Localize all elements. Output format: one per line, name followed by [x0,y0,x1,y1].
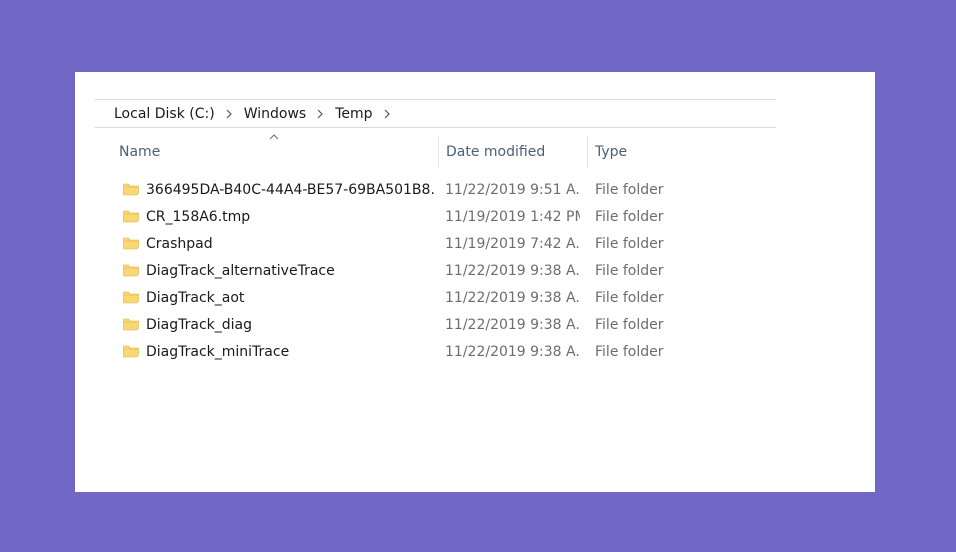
column-header-type[interactable]: Type [587,136,707,168]
folder-icon [123,290,139,304]
breadcrumb: Local Disk (C:) Windows Temp [114,100,402,127]
list-item[interactable]: CR_158A6.tmp 11/19/2019 1:42 PM File fol… [120,205,720,232]
file-name: Crashpad [146,236,213,252]
chevron-right-icon[interactable] [384,109,390,119]
folder-icon [123,182,139,196]
file-name: 366495DA-B40C-44A4-BE57-69BA501B8... [146,182,436,198]
list-item[interactable]: 366495DA-B40C-44A4-BE57-69BA501B8... 11/… [120,178,720,205]
list-item[interactable]: DiagTrack_aot 11/22/2019 9:38 A... File … [120,286,720,313]
chevron-right-icon[interactable] [317,109,324,119]
breadcrumb-item-temp[interactable]: Temp [335,106,372,122]
file-date-modified: 11/22/2019 9:38 A... [445,317,580,333]
file-name: DiagTrack_alternativeTrace [146,263,335,279]
folder-icon [123,344,139,358]
folder-icon [123,317,139,331]
list-item[interactable]: DiagTrack_alternativeTrace 11/22/2019 9:… [120,259,720,286]
list-item[interactable]: Crashpad 11/19/2019 7:42 A... File folde… [120,232,720,259]
file-date-modified: 11/22/2019 9:38 A... [445,344,580,360]
file-name: DiagTrack_miniTrace [146,344,290,360]
list-item[interactable]: DiagTrack_miniTrace 11/22/2019 9:38 A...… [120,340,720,367]
file-date-modified: 11/22/2019 9:51 A... [445,182,580,198]
file-type: File folder [595,290,664,306]
file-date-modified: 11/22/2019 9:38 A... [445,290,580,306]
file-explorer-window: Local Disk (C:) Windows Temp Name Date m… [75,72,875,492]
folder-icon [123,209,139,223]
file-name: DiagTrack_diag [146,317,253,333]
chevron-right-icon[interactable] [226,109,232,119]
file-name: DiagTrack_aot [146,290,245,306]
file-type: File folder [595,344,664,360]
file-list: 366495DA-B40C-44A4-BE57-69BA501B8... 11/… [120,178,720,367]
list-item[interactable]: DiagTrack_diag 11/22/2019 9:38 A... File… [120,313,720,340]
column-header-name[interactable]: Name [112,136,437,168]
file-type: File folder [595,182,664,198]
folder-icon [123,263,139,277]
file-date-modified: 11/19/2019 7:42 A... [445,236,580,252]
file-type: File folder [595,317,664,333]
file-type: File folder [595,263,664,279]
file-type: File folder [595,236,664,252]
file-type: File folder [595,209,664,225]
breadcrumb-item-windows[interactable]: Windows [244,106,307,122]
column-header-date-modified[interactable]: Date modified [438,136,587,168]
file-name: CR_158A6.tmp [146,209,251,225]
address-bar[interactable]: Local Disk (C:) Windows Temp [95,99,776,128]
folder-icon [123,236,139,250]
file-date-modified: 11/22/2019 9:38 A... [445,263,580,279]
breadcrumb-item-local-disk[interactable]: Local Disk (C:) [114,106,215,122]
file-date-modified: 11/19/2019 1:42 PM [445,209,580,225]
